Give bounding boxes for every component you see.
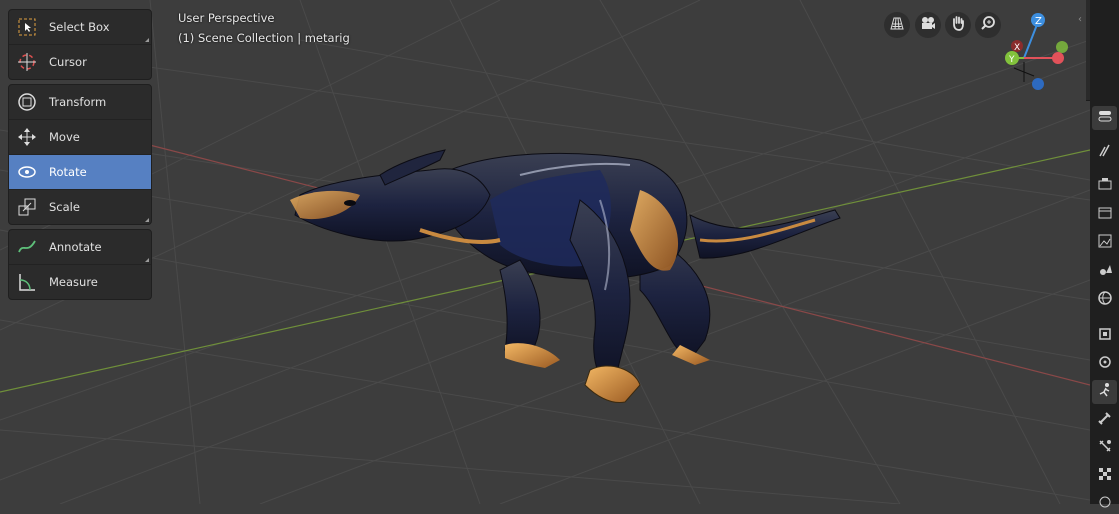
tool-label: Measure	[49, 275, 98, 289]
tool-cursor[interactable]: Cursor	[9, 44, 151, 79]
viewport-perspective-label: User Perspective	[178, 11, 275, 25]
navigation-gizmo[interactable]: Z X Y	[1000, 10, 1080, 90]
texture-icon	[1097, 466, 1113, 486]
scale-icon	[15, 195, 39, 219]
properties-tab-bar	[1090, 0, 1119, 508]
tab-view-layer[interactable]	[1092, 202, 1117, 226]
tab-modifier[interactable]	[1092, 324, 1117, 348]
hand-pan-icon	[950, 15, 966, 35]
toggle-grid-view-button[interactable]	[884, 12, 910, 38]
circle-icon	[1097, 492, 1113, 512]
measure-icon	[15, 270, 39, 294]
tool-icon	[1097, 108, 1113, 128]
tool-scale[interactable]: Scale	[9, 189, 151, 224]
annotate-icon	[15, 235, 39, 259]
tab-object[interactable]	[1092, 288, 1117, 312]
modifier-icon	[1097, 326, 1113, 346]
viewport-collection-label: (1) Scene Collection | metarig	[178, 31, 350, 45]
tool-measure[interactable]: Measure	[9, 264, 151, 299]
particles-icon	[1097, 354, 1113, 374]
pan-view-button[interactable]	[945, 12, 971, 38]
tab-render[interactable]	[1092, 140, 1117, 164]
camera-icon	[920, 15, 936, 35]
transform-icon	[15, 90, 39, 114]
dragon-model[interactable]	[0, 0, 1090, 504]
tab-scene[interactable]	[1092, 231, 1117, 255]
data-icon	[1097, 438, 1113, 458]
tool-select-box[interactable]: Select Box	[9, 10, 151, 44]
output-icon	[1097, 176, 1113, 196]
tool-submenu-indicator	[145, 218, 149, 222]
gizmo-x-label: X	[1014, 43, 1020, 53]
tool-move[interactable]: Move	[9, 119, 151, 154]
tab-physics[interactable]	[1092, 380, 1117, 404]
tool-label: Scale	[49, 200, 80, 214]
tool-label: Rotate	[49, 165, 87, 179]
tool-rotate[interactable]: Rotate	[9, 154, 151, 189]
move-icon	[15, 125, 39, 149]
world-icon	[1097, 261, 1113, 281]
tab-data[interactable]	[1092, 436, 1117, 460]
cursor-icon	[15, 50, 39, 74]
render-icon	[1097, 142, 1113, 162]
tab-texture[interactable]	[1092, 464, 1117, 488]
rotate-icon	[15, 160, 39, 184]
toolbar-group-transform: Transform Move Rotate Scale	[8, 84, 152, 225]
tool-label: Move	[49, 130, 80, 144]
toolbar-group-select: Select Box Cursor	[8, 9, 152, 80]
toolbar-group-annotate: Annotate Measure	[8, 229, 152, 300]
tool-label: Annotate	[49, 240, 102, 254]
grid-view-icon	[889, 15, 905, 35]
tool-annotate[interactable]: Annotate	[9, 230, 151, 264]
physics-icon	[1097, 382, 1113, 402]
camera-view-button[interactable]	[915, 12, 941, 38]
tab-extra[interactable]	[1092, 490, 1117, 514]
gizmo-neg-y-axis[interactable]	[1056, 41, 1068, 53]
gizmo-y-label: Y	[1008, 55, 1015, 65]
tool-transform[interactable]: Transform	[9, 85, 151, 119]
tool-submenu-indicator	[145, 38, 149, 42]
gizmo-z-label: Z	[1035, 16, 1042, 27]
select-box-icon	[15, 15, 39, 39]
zoom-icon	[980, 15, 996, 35]
tab-world[interactable]	[1092, 259, 1117, 283]
tool-label: Cursor	[49, 55, 87, 69]
object-icon	[1097, 290, 1113, 310]
tab-tool[interactable]	[1092, 106, 1117, 130]
tab-output[interactable]	[1092, 174, 1117, 198]
tool-label: Select Box	[49, 20, 110, 34]
tool-label: Transform	[49, 95, 107, 109]
tab-constraints[interactable]	[1092, 408, 1117, 432]
3d-viewport[interactable]: User Perspective (1) Scene Collection | …	[0, 0, 1090, 504]
scene-icon	[1097, 233, 1113, 253]
view-layer-icon	[1097, 204, 1113, 224]
tab-particles[interactable]	[1092, 352, 1117, 376]
zoom-view-button[interactable]	[975, 12, 1001, 38]
gizmo-neg-z-axis[interactable]	[1032, 78, 1044, 90]
tool-submenu-indicator	[145, 258, 149, 262]
gizmo-neg-x-axis[interactable]	[1052, 52, 1064, 64]
constraints-icon	[1097, 410, 1113, 430]
